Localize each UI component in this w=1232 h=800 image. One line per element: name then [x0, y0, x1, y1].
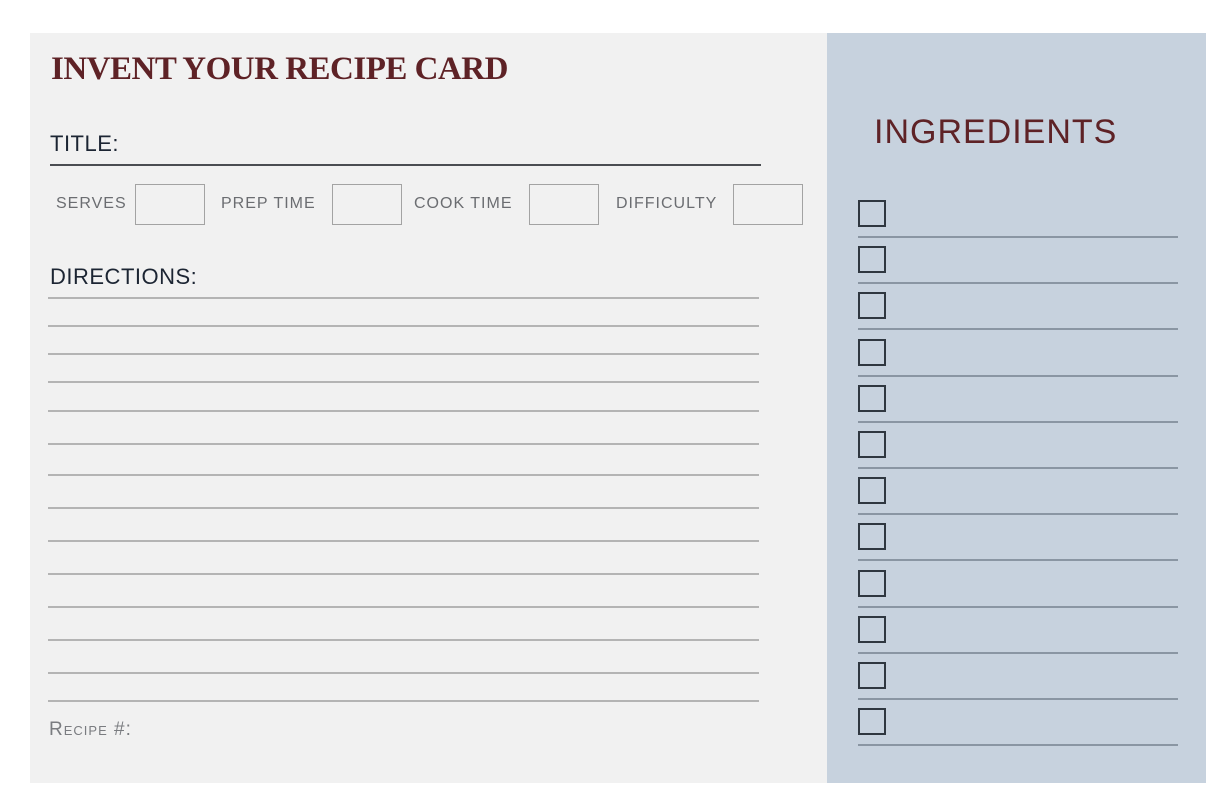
ingredient-input-line[interactable] — [858, 744, 1178, 746]
ingredient-checkbox[interactable] — [858, 708, 886, 735]
ingredient-checkbox[interactable] — [858, 431, 886, 458]
directions-line[interactable] — [48, 297, 759, 299]
prep-time-label: PREP TIME — [221, 195, 316, 212]
cook-time-field[interactable] — [529, 184, 599, 225]
ingredient-checkbox[interactable] — [858, 339, 886, 366]
title-label: TITLE: — [50, 131, 120, 156]
ingredient-checkbox[interactable] — [858, 523, 886, 550]
ingredient-checkbox[interactable] — [858, 662, 886, 689]
ingredient-checkbox[interactable] — [858, 200, 886, 227]
directions-line[interactable] — [48, 540, 759, 542]
directions-line[interactable] — [48, 573, 759, 575]
directions-line[interactable] — [48, 672, 759, 674]
serves-field[interactable] — [135, 184, 205, 225]
directions-line[interactable] — [48, 325, 759, 327]
ingredient-checkbox[interactable] — [858, 616, 886, 643]
directions-line[interactable] — [48, 443, 759, 445]
ingredient-checkbox[interactable] — [858, 385, 886, 412]
ingredient-input-line[interactable] — [858, 328, 1178, 330]
directions-line[interactable] — [48, 606, 759, 608]
directions-line[interactable] — [48, 507, 759, 509]
cook-time-label: COOK TIME — [414, 195, 513, 212]
ingredient-input-line[interactable] — [858, 467, 1178, 469]
ingredients-panel: INGREDIENTS — [827, 33, 1206, 783]
directions-line[interactable] — [48, 353, 759, 355]
recipe-card: INVENT YOUR RECIPE CARD TITLE: SERVES PR… — [30, 33, 1206, 783]
ingredient-input-line[interactable] — [858, 375, 1178, 377]
directions-line[interactable] — [48, 474, 759, 476]
ingredient-input-line[interactable] — [858, 513, 1178, 515]
card-heading: INVENT YOUR RECIPE CARD — [51, 51, 508, 87]
difficulty-field[interactable] — [733, 184, 803, 225]
recipe-main-panel: INVENT YOUR RECIPE CARD TITLE: SERVES PR… — [30, 33, 827, 783]
ingredients-heading: INGREDIENTS — [874, 113, 1118, 151]
recipe-number-label: Recipe #: — [49, 719, 132, 740]
ingredient-input-line[interactable] — [858, 652, 1178, 654]
ingredient-input-line[interactable] — [858, 421, 1178, 423]
ingredient-input-line[interactable] — [858, 559, 1178, 561]
directions-label: DIRECTIONS: — [50, 264, 198, 289]
ingredient-input-line[interactable] — [858, 606, 1178, 608]
ingredient-checkbox[interactable] — [858, 570, 886, 597]
directions-line[interactable] — [48, 381, 759, 383]
ingredient-checkbox[interactable] — [858, 292, 886, 319]
directions-line[interactable] — [48, 410, 759, 412]
prep-time-field[interactable] — [332, 184, 402, 225]
directions-line[interactable] — [48, 639, 759, 641]
ingredient-input-line[interactable] — [858, 282, 1178, 284]
ingredient-checkbox[interactable] — [858, 246, 886, 273]
ingredient-input-line[interactable] — [858, 236, 1178, 238]
ingredient-input-line[interactable] — [858, 698, 1178, 700]
title-input-line[interactable] — [50, 164, 761, 166]
ingredient-checkbox[interactable] — [858, 477, 886, 504]
difficulty-label: DIFFICULTY — [616, 195, 718, 212]
serves-label: SERVES — [56, 195, 127, 212]
directions-line[interactable] — [48, 700, 759, 702]
